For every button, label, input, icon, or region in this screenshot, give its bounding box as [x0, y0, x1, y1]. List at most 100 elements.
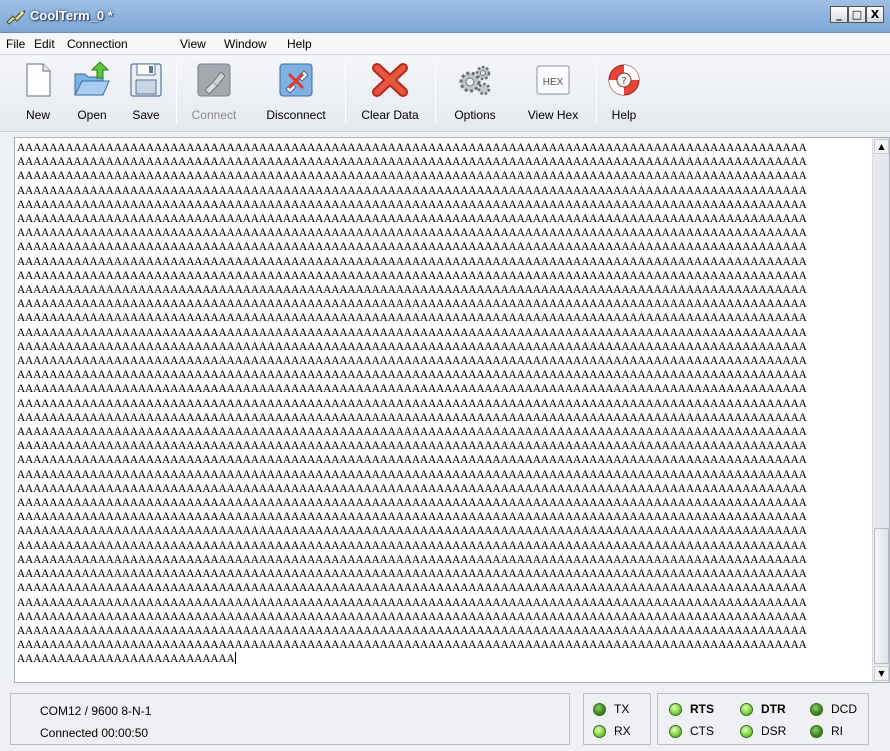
toolbar-separator	[345, 62, 346, 124]
new-button[interactable]: New	[18, 56, 58, 128]
scroll-down-arrow-icon[interactable]: ▼	[874, 666, 889, 681]
gears-icon	[459, 65, 491, 96]
tx-label: TX	[614, 702, 630, 716]
open-button[interactable]: Open	[70, 56, 114, 128]
text-cursor	[234, 652, 236, 665]
open-label: Open	[77, 108, 107, 122]
dsr-label: DSR	[761, 724, 787, 738]
disconnect-button[interactable]: Disconnect	[256, 56, 336, 128]
terminal-line: AAAAAAAAAAAAAAAAAAAAAAAAAAAAAAAAAAAAAAAA…	[17, 298, 807, 311]
window-title: CoolTerm_0 *	[30, 8, 113, 23]
terminal-line: AAAAAAAAAAAAAAAAAAAAAAAAAAAAAAAAAAAAAAAA…	[17, 255, 807, 268]
view-hex-label: View Hex	[527, 108, 579, 122]
close-button[interactable]: X	[866, 6, 884, 23]
new-document-icon	[26, 63, 51, 97]
port-settings-text: COM12 / 9600 8-N-1	[40, 704, 152, 718]
disconnect-plug-icon	[279, 63, 313, 97]
help-label: Help	[611, 108, 637, 122]
connection-status-text: Connected 00:00:50	[40, 726, 149, 740]
connect-label: Connect	[191, 108, 237, 122]
terminal-line: AAAAAAAAAAAAAAAAAAAAAAAAAAAAAAAAAAAAAAAA…	[17, 397, 807, 410]
terminal-line: AAAAAAAAAAAAAAAAAAAAAAAAAAAAAAAAAAAAAAAA…	[17, 426, 807, 439]
terminal-line: AAAAAAAAAAAAAAAAAAAAAAAAAAA	[17, 652, 869, 666]
terminal-line: AAAAAAAAAAAAAAAAAAAAAAAAAAAAAAAAAAAAAAAA…	[17, 156, 807, 169]
minimize-button[interactable]: _	[830, 6, 848, 23]
ri-led-icon	[810, 725, 823, 738]
toolbar: New Open Save Connect Disconnect Clear D…	[0, 56, 890, 132]
coolterm-window: CoolTerm_0 * _ □ X File Edit Connection …	[0, 0, 890, 751]
rx-led-icon	[593, 725, 606, 738]
terminal-line: AAAAAAAAAAAAAAAAAAAAAAAAAAAAAAAAAAAAAAAA…	[17, 482, 807, 495]
save-button[interactable]: Save	[126, 56, 166, 128]
menu-bar: File Edit Connection View Window Help	[0, 33, 890, 55]
status-bar: COM12 / 9600 8-N-1 Connected 00:00:50 TX…	[0, 684, 890, 751]
menu-edit[interactable]: Edit	[34, 37, 55, 51]
hex-icon: HEX	[536, 65, 570, 95]
title-bar[interactable]: CoolTerm_0 * _ □ X	[0, 0, 890, 33]
terminal-line: AAAAAAAAAAAAAAAAAAAAAAAAAAAAAAAAAAAAAAAA…	[17, 596, 807, 609]
terminal-line: AAAAAAAAAAAAAAAAAAAAAAAAAAAAAAAAAAAAAAAA…	[17, 369, 807, 382]
terminal-output[interactable]: AAAAAAAAAAAAAAAAAAAAAAAAAAAAAAAAAAAAAAAA…	[14, 137, 890, 683]
terminal-line: AAAAAAAAAAAAAAAAAAAAAAAAAAAAAAAAAAAAAAAA…	[17, 241, 807, 254]
scrollbar-thumb[interactable]	[874, 528, 889, 664]
clear-data-label: Clear Data	[361, 108, 419, 122]
terminal-line: AAAAAAAAAAAAAAAAAAAAAAAAAAAAAAAAAAAAAAAA…	[17, 497, 807, 510]
terminal-line: AAAAAAAAAAAAAAAAAAAAAAAAAAAAAAAAAAAAAAAA…	[17, 624, 807, 637]
terminal-line: AAAAAAAAAAAAAAAAAAAAAAAAAAAAAAAAAAAAAAAA…	[17, 355, 807, 368]
terminal-line: AAAAAAAAAAAAAAAAAAAAAAAAAAAAAAAAAAAAAAAA…	[17, 440, 807, 453]
cts-label: CTS	[690, 724, 714, 738]
save-disk-icon	[130, 63, 162, 97]
terminal-line: AAAAAAAAAAAAAAAAAAAAAAAAAAAAAAAAAAAAAAAA…	[17, 511, 807, 524]
view-hex-button[interactable]: HEX View Hex	[520, 56, 586, 128]
terminal-line: AAAAAAAAAAAAAAAAAAAAAAAAAAAAAAAAAAAAAAAA…	[17, 525, 807, 538]
options-button[interactable]: Options	[446, 56, 504, 128]
terminal-last-line-text: AAAAAAAAAAAAAAAAAAAAAAAAAAA	[17, 653, 235, 666]
maximize-button[interactable]: □	[848, 6, 866, 23]
svg-text:?: ?	[621, 76, 626, 87]
dcd-label: DCD	[831, 702, 857, 716]
vertical-scrollbar[interactable]: ▲ ▼	[872, 138, 889, 682]
terminal-line: AAAAAAAAAAAAAAAAAAAAAAAAAAAAAAAAAAAAAAAA…	[17, 340, 807, 353]
terminal-line: AAAAAAAAAAAAAAAAAAAAAAAAAAAAAAAAAAAAAAAA…	[17, 553, 807, 566]
terminal-line: AAAAAAAAAAAAAAAAAAAAAAAAAAAAAAAAAAAAAAAA…	[17, 269, 807, 282]
terminal-line: AAAAAAAAAAAAAAAAAAAAAAAAAAAAAAAAAAAAAAAA…	[17, 312, 807, 325]
terminal-line: AAAAAAAAAAAAAAAAAAAAAAAAAAAAAAAAAAAAAAAA…	[17, 284, 807, 297]
menu-view[interactable]: View	[180, 37, 206, 51]
scroll-up-arrow-icon[interactable]: ▲	[874, 139, 889, 154]
menu-connection[interactable]: Connection	[67, 37, 128, 51]
terminal-line: AAAAAAAAAAAAAAAAAAAAAAAAAAAAAAAAAAAAAAAA…	[17, 568, 807, 581]
terminal-line: AAAAAAAAAAAAAAAAAAAAAAAAAAAAAAAAAAAAAAAA…	[17, 383, 807, 396]
tx-rx-indicator-panel: TX RX	[583, 693, 651, 745]
clear-data-button[interactable]: Clear Data	[354, 56, 426, 128]
menu-window[interactable]: Window	[224, 37, 267, 51]
terminal-line: AAAAAAAAAAAAAAAAAAAAAAAAAAAAAAAAAAAAAAAA…	[17, 610, 807, 623]
help-button[interactable]: ? Help	[604, 56, 644, 128]
rts-led-icon[interactable]	[669, 703, 682, 716]
menu-file[interactable]: File	[6, 37, 25, 51]
toolbar-separator	[176, 62, 177, 124]
terminal-text[interactable]: AAAAAAAAAAAAAAAAAAAAAAAAAAAAAAAAAAAAAAAA…	[17, 141, 869, 679]
open-folder-icon	[74, 62, 110, 96]
connection-info-panel: COM12 / 9600 8-N-1 Connected 00:00:50	[10, 693, 570, 745]
rx-label: RX	[614, 724, 631, 738]
tx-led-icon	[593, 703, 606, 716]
terminal-line: AAAAAAAAAAAAAAAAAAAAAAAAAAAAAAAAAAAAAAAA…	[17, 198, 807, 211]
connect-button[interactable]: Connect	[188, 56, 240, 128]
clear-x-icon	[372, 63, 408, 97]
hex-icon-text: HEX	[543, 77, 564, 88]
menu-help[interactable]: Help	[287, 37, 312, 51]
terminal-line: AAAAAAAAAAAAAAAAAAAAAAAAAAAAAAAAAAAAAAAA…	[17, 184, 807, 197]
options-label: Options	[454, 108, 496, 122]
terminal-line: AAAAAAAAAAAAAAAAAAAAAAAAAAAAAAAAAAAAAAAA…	[17, 582, 807, 595]
line-status-indicator-panel: RTS CTS DTR DSR DCD RI	[657, 693, 869, 745]
connect-plug-icon	[197, 63, 231, 97]
terminal-line: AAAAAAAAAAAAAAAAAAAAAAAAAAAAAAAAAAAAAAAA…	[17, 639, 807, 652]
terminal-line: AAAAAAAAAAAAAAAAAAAAAAAAAAAAAAAAAAAAAAAA…	[17, 142, 807, 154]
terminal-line: AAAAAAAAAAAAAAAAAAAAAAAAAAAAAAAAAAAAAAAA…	[17, 213, 807, 226]
toolbar-separator	[435, 62, 436, 124]
dcd-led-icon	[810, 703, 823, 716]
terminal-line: AAAAAAAAAAAAAAAAAAAAAAAAAAAAAAAAAAAAAAAA…	[17, 468, 807, 481]
dtr-led-icon[interactable]	[740, 703, 753, 716]
disconnect-label: Disconnect	[266, 108, 326, 122]
dsr-led-icon	[740, 725, 753, 738]
